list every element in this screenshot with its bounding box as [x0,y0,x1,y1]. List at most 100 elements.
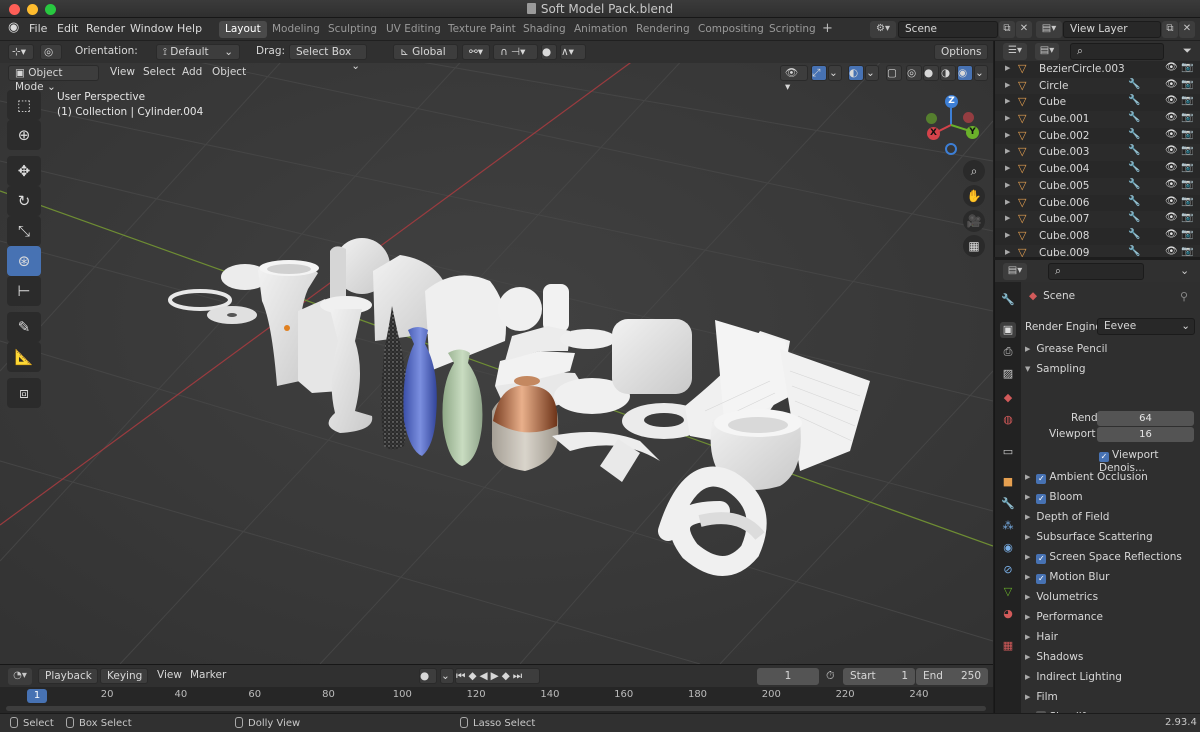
expand-arrow-icon[interactable]: ▶ [1005,131,1010,139]
measure-tool-icon[interactable]: 📐 [7,342,41,372]
gizmo-neg-x-axis[interactable] [963,112,974,123]
options-dropdown[interactable]: Options ⌄ [934,44,988,72]
overlay-menu-icon[interactable]: ⌄ [865,65,879,81]
visibility-eye-icon[interactable]: 👁 [1165,62,1178,73]
gizmo-y-axis[interactable]: Y [966,126,979,139]
filter-type-icon[interactable]: ▤▾ [1035,43,1059,60]
xray-toggle-icon[interactable]: ▢ [886,65,902,81]
modifier-icon[interactable]: 🔧 [1128,246,1140,257]
auto-keying-icon[interactable]: ● [419,668,437,684]
section-film[interactable]: ▶ Film [1025,691,1058,703]
scale-tool-icon[interactable]: ⤡ [7,216,41,246]
timeline-ruler[interactable]: 1 20 40 60 80 100 120 140 160 180 200 220 240 [0,687,993,714]
visibility-eye-icon[interactable]: 👁 [1165,229,1178,240]
section-performance[interactable]: ▶ Performance [1025,611,1103,623]
outliner-item[interactable]: ▶ ▽ Cube.008 🔧 👁 📷 [995,228,1200,245]
timeline-marker-menu[interactable]: Marker [190,669,226,681]
visibility-eye-icon[interactable]: 👁 [1165,162,1178,173]
viewport-denoise-checkbox[interactable]: ✓ Viewport Denois... [1099,449,1200,474]
viewport-menu-view[interactable]: View [110,66,135,78]
constraints-tab-icon[interactable]: ⊘ [1000,562,1016,578]
section-hair[interactable]: ▶ Hair [1025,631,1058,643]
scene-selector-icon[interactable]: ⚙▾ [870,21,896,38]
object-tab-icon[interactable]: ■ [1000,474,1016,490]
expand-arrow-icon[interactable]: ▶ [1005,231,1010,239]
cursor-tool-icon[interactable]: ⊕ [7,120,41,150]
render-camera-icon[interactable]: 📷 [1181,229,1193,240]
annotate-tool-icon[interactable]: ⊢ [7,276,41,306]
modifier-icon[interactable]: 🔧 [1128,212,1140,223]
properties-search-input[interactable]: ⌕ [1048,263,1144,280]
outliner-item[interactable]: ▶ ▽ Cube.006 🔧 👁 📷 [995,195,1200,212]
outliner-item-name[interactable]: Cube.007 [1039,213,1090,225]
annotate-draw-tool-icon[interactable]: ✎ [7,312,41,342]
modifier-icon[interactable]: 🔧 [1128,95,1140,106]
tab-modeling[interactable]: Modeling [266,21,326,38]
tab-layout[interactable]: Layout [219,21,267,38]
section-bloom[interactable]: ▶ ✓ Bloom [1025,491,1083,504]
expand-arrow-icon[interactable]: ▶ [1005,248,1010,256]
view-layer-tab-icon[interactable]: ▨ [1000,366,1016,382]
wireframe-shading-icon[interactable]: ◎ [906,65,922,81]
move-tool-icon[interactable]: ✥ [7,156,41,186]
expand-arrow-icon[interactable]: ▶ [1005,181,1010,189]
modifier-icon[interactable]: 🔧 [1128,179,1140,190]
outliner-item[interactable]: ▶ ▽ Cube.005 🔧 👁 📷 [995,177,1200,195]
tab-rendering[interactable]: Rendering [630,21,696,38]
menu-help[interactable]: Help [177,22,202,35]
snap-icon[interactable]: ∩ ⊣▾ [493,44,538,60]
display-mode-icon[interactable]: ☰▾ [1003,43,1027,60]
delete-scene-icon[interactable]: ✕ [1016,21,1032,38]
tab-sculpting[interactable]: Sculpting [322,21,383,38]
modifier-tab-icon[interactable]: 🔧 [1000,496,1016,512]
gizmo-neg-y-axis[interactable] [926,113,937,124]
outliner-item[interactable]: ▶ ▽ Cube.007 🔧 👁 📷 [995,211,1200,228]
gizmo-z-axis[interactable]: Z [945,95,958,108]
end-frame-field[interactable]: End 250 [916,668,988,685]
overlay-toggle-icon[interactable]: ◐ [848,65,864,81]
render-camera-icon[interactable]: 📷 [1181,112,1193,123]
menu-render[interactable]: Render [86,22,125,35]
view-layer-name-field[interactable]: View Layer [1063,21,1161,38]
gizmo-neg-z-axis[interactable] [945,143,957,155]
jump-end-icon[interactable]: ⏭ [513,670,525,682]
stopwatch-icon[interactable]: ⏱ [826,669,835,683]
checkbox-checked-icon[interactable]: ✓ [1036,494,1047,504]
expand-arrow-icon[interactable]: ▶ [1005,214,1010,222]
filter-icon[interactable]: ⏷ [1183,44,1192,58]
gizmo-toggle-icon[interactable]: ⤢ [811,65,827,81]
tab-uv-editing[interactable]: UV Editing [380,21,447,38]
outliner-item-name[interactable]: Cube.005 [1039,180,1090,192]
timeline-view-menu[interactable]: View [157,669,182,681]
outliner-item[interactable]: ▶ ▽ Circle 🔧 👁 📷 [995,77,1200,95]
scene-tab-icon[interactable]: ◆ [1000,390,1016,406]
view-layer-selector-icon[interactable]: ▤▾ [1036,21,1062,38]
toggle-perspective-icon[interactable]: ▦ [963,235,985,257]
3d-viewport[interactable] [0,41,993,664]
visibility-eye-icon[interactable]: 👁 [1165,212,1178,223]
render-tab-icon[interactable]: ▣ [1000,322,1016,338]
visibility-icon[interactable]: 👁▾ [780,65,808,93]
outliner-item-name[interactable]: Circle [1039,80,1069,92]
physics-tab-icon[interactable]: ◉ [1000,540,1016,556]
play-reverse-icon[interactable]: ◀ [480,670,491,682]
output-tab-icon[interactable]: ⎙ [1000,344,1016,360]
modifier-icon[interactable]: 🔧 [1128,162,1140,173]
keying-menu[interactable]: Keying ⌄ [100,668,148,696]
material-tab-icon[interactable]: ◕ [1000,606,1016,622]
tool-tab-icon[interactable]: 🔧 [1000,292,1016,308]
select-box-tool-icon[interactable]: ⬚ [7,90,41,120]
shading-menu-icon[interactable]: ⌄ [974,65,988,81]
new-scene-icon[interactable]: ⧉ [999,21,1015,38]
expand-arrow-icon[interactable]: ▶ [1005,114,1010,122]
menu-file[interactable]: File [29,22,47,35]
add-cube-tool-icon[interactable]: ⧈ [7,378,41,408]
visibility-eye-icon[interactable]: 👁 [1165,145,1178,156]
material-preview-icon[interactable]: ◑ [940,65,956,81]
expand-arrow-icon[interactable]: ▶ [1005,97,1010,105]
playback-controls[interactable]: ⏮◆◀▶◆⏭ [455,668,540,684]
visibility-eye-icon[interactable]: 👁 [1165,95,1178,106]
viewport-menu-select[interactable]: Select [143,66,175,78]
modifier-icon[interactable]: 🔧 [1128,229,1140,240]
outliner-item-name[interactable]: Cube.002 [1039,130,1090,142]
